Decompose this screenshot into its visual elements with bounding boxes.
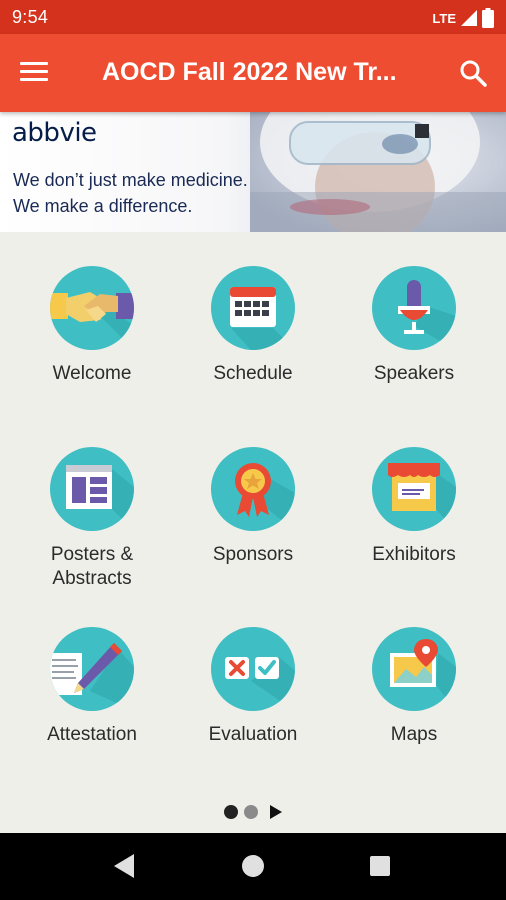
map-pin-icon <box>372 627 456 711</box>
tile-label-exhibitors: Exhibitors <box>372 544 456 565</box>
network-type: LTE <box>432 10 456 26</box>
feature-grid: Welcome Schedule Speakers Posters & Abst… <box>0 232 506 832</box>
tile-label-attestation: Attestation <box>47 724 137 745</box>
tile-label-welcome: Welcome <box>52 363 132 384</box>
pencil-document-icon <box>50 627 134 711</box>
poster-icon <box>50 447 134 531</box>
page-indicator <box>0 800 506 824</box>
back-icon[interactable] <box>114 854 134 878</box>
booth-icon <box>372 447 456 531</box>
tile-posters-abstracts[interactable]: Posters & Abstracts <box>12 447 172 591</box>
tile-label-evaluation: Evaluation <box>208 724 298 745</box>
tile-welcome[interactable]: Welcome <box>12 266 172 386</box>
calendar-icon <box>211 266 295 350</box>
banner-tagline-2: We make a difference. <box>13 196 193 216</box>
banner-tagline-1: We don’t just make medicine. <box>13 170 248 190</box>
status-time: 9:54 <box>12 7 49 27</box>
tile-label-speakers: Speakers <box>373 363 455 384</box>
search-icon[interactable] <box>458 58 488 88</box>
tile-sponsors[interactable]: Sponsors <box>173 447 333 567</box>
tile-exhibitors[interactable]: Exhibitors <box>334 447 494 567</box>
tile-schedule[interactable]: Schedule <box>173 266 333 386</box>
tile-evaluation[interactable]: Evaluation <box>173 627 333 747</box>
status-icons: LTE <box>432 8 494 28</box>
hamburger-menu-icon[interactable] <box>20 57 60 89</box>
sponsor-banner[interactable]: abbvie We don’t just make medicine. We m… <box>0 112 506 232</box>
handshake-icon <box>50 266 134 350</box>
status-bar: 9:54 LTE <box>0 0 506 34</box>
ribbon-award-icon <box>211 447 295 531</box>
home-icon[interactable] <box>242 855 264 877</box>
app-title: AOCD Fall 2022 New Tr... <box>102 58 397 86</box>
scientist-photo <box>250 112 506 232</box>
tile-label-posters-abstracts: Posters & Abstracts <box>50 544 134 589</box>
tile-label-sponsors: Sponsors <box>212 544 294 565</box>
microphone-icon <box>372 266 456 350</box>
page-dot-2[interactable] <box>244 805 258 819</box>
signal-icon <box>461 10 477 26</box>
tile-label-maps: Maps <box>390 724 438 745</box>
tile-attestation[interactable]: Attestation <box>12 627 172 747</box>
tile-speakers[interactable]: Speakers <box>334 266 494 386</box>
tile-label-schedule: Schedule <box>213 363 293 384</box>
app-bar: AOCD Fall 2022 New Tr... <box>0 34 506 112</box>
recents-icon[interactable] <box>370 856 390 876</box>
page-dot-1[interactable] <box>224 805 238 819</box>
next-page-arrow-icon[interactable] <box>270 805 282 819</box>
system-nav-bar <box>0 833 506 900</box>
abbvie-logo: abbvie <box>12 118 97 148</box>
checkbox-icon <box>211 627 295 711</box>
tile-maps[interactable]: Maps <box>334 627 494 747</box>
battery-icon <box>482 8 494 28</box>
